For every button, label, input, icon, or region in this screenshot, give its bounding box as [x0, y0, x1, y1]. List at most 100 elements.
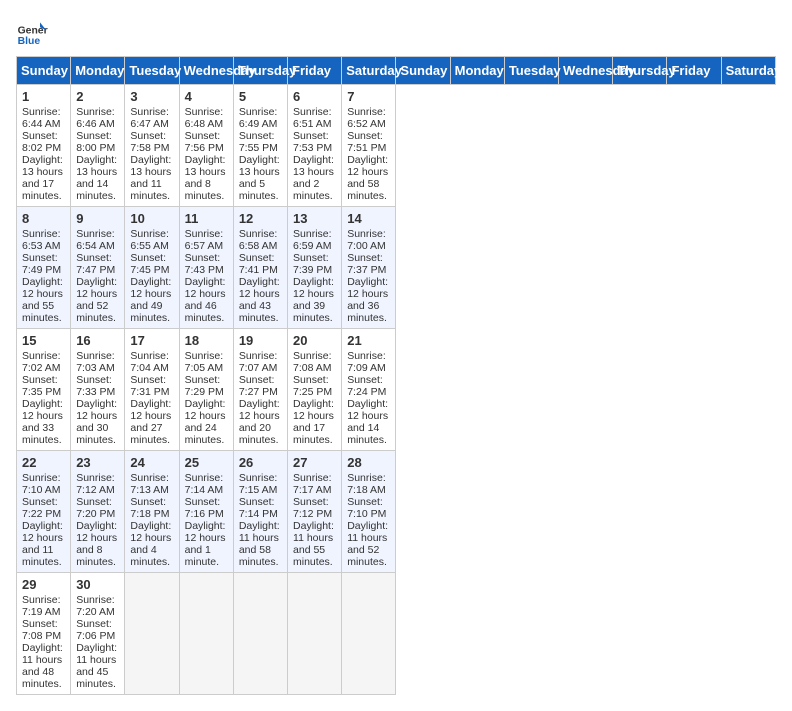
sunset-text: Sunset: 7:18 PM — [130, 496, 169, 520]
day-number: 21 — [347, 333, 390, 348]
daylight-text: Daylight: 12 hours and 39 minutes. — [293, 276, 334, 324]
day-number: 2 — [76, 89, 119, 104]
sunrise-text: Sunrise: 7:17 AM — [293, 472, 332, 496]
sunset-text: Sunset: 7:06 PM — [76, 618, 115, 642]
sunrise-text: Sunrise: 7:07 AM — [239, 350, 278, 374]
sunset-text: Sunset: 7:27 PM — [239, 374, 278, 398]
col-header-tuesday: Tuesday — [504, 57, 558, 85]
sunset-text: Sunset: 7:58 PM — [130, 130, 169, 154]
col-header-friday: Friday — [667, 57, 721, 85]
day-number: 19 — [239, 333, 282, 348]
day-number: 25 — [185, 455, 228, 470]
calendar-cell: 4Sunrise: 6:48 AMSunset: 7:56 PMDaylight… — [179, 85, 233, 207]
daylight-text: Daylight: 13 hours and 14 minutes. — [76, 154, 117, 202]
sunrise-text: Sunrise: 7:08 AM — [293, 350, 332, 374]
calendar-cell: 7Sunrise: 6:52 AMSunset: 7:51 PMDaylight… — [342, 85, 396, 207]
sunrise-text: Sunrise: 7:05 AM — [185, 350, 224, 374]
calendar-cell: 24Sunrise: 7:13 AMSunset: 7:18 PMDayligh… — [125, 451, 179, 573]
calendar-cell: 8Sunrise: 6:53 AMSunset: 7:49 PMDaylight… — [17, 207, 71, 329]
day-number: 14 — [347, 211, 390, 226]
day-number: 23 — [76, 455, 119, 470]
daylight-text: Daylight: 13 hours and 5 minutes. — [239, 154, 280, 202]
day-number: 12 — [239, 211, 282, 226]
calendar-cell: 11 Sunrise: 6:57 AMSunset: 7:43 PMDayligh… — [179, 207, 233, 329]
sunrise-text: Sunrise: 6:53 AM — [22, 228, 61, 252]
calendar-week-row: 29Sunrise: 7:19 AMSunset: 7:08 PMDayligh… — [17, 573, 776, 695]
daylight-text: Daylight: 12 hours and 14 minutes. — [347, 398, 388, 446]
sunset-text: Sunset: 7:45 PM — [130, 252, 169, 276]
calendar-week-row: 15Sunrise: 7:02 AMSunset: 7:35 PMDayligh… — [17, 329, 776, 451]
calendar-cell: 14Sunrise: 7:00 AMSunset: 7:37 PMDayligh… — [342, 207, 396, 329]
sunrise-text: Sunrise: 6:52 AM — [347, 106, 386, 130]
sunrise-text: Sunrise: 6:49 AM — [239, 106, 278, 130]
col-header-thursday: Thursday — [233, 57, 287, 85]
sunrise-text: Sunrise: 7:00 AM — [347, 228, 386, 252]
col-header-wednesday: Wednesday — [559, 57, 613, 85]
sunset-text: Sunset: 7:35 PM — [22, 374, 61, 398]
day-number: 29 — [22, 577, 65, 592]
calendar-cell: 15Sunrise: 7:02 AMSunset: 7:35 PMDayligh… — [17, 329, 71, 451]
calendar-cell: 16Sunrise: 7:03 AMSunset: 7:33 PMDayligh… — [71, 329, 125, 451]
daylight-text: Daylight: 11 hours and 52 minutes. — [347, 520, 388, 568]
daylight-text: Daylight: 12 hours and 36 minutes. — [347, 276, 388, 324]
logo: General Blue — [16, 16, 48, 48]
day-number: 24 — [130, 455, 173, 470]
logo-icon: General Blue — [16, 16, 48, 48]
col-header-wednesday: Wednesday — [179, 57, 233, 85]
sunrise-text: Sunrise: 7:18 AM — [347, 472, 386, 496]
col-header-tuesday: Tuesday — [125, 57, 179, 85]
sunrise-text: Sunrise: 6:46 AM — [76, 106, 115, 130]
day-number: 11 — [185, 211, 228, 226]
sunrise-text: Sunrise: 7:02 AM — [22, 350, 61, 374]
calendar-cell: 9Sunrise: 6:54 AMSunset: 7:47 PMDaylight… — [71, 207, 125, 329]
day-number: 22 — [22, 455, 65, 470]
calendar-week-row: 8Sunrise: 6:53 AMSunset: 7:49 PMDaylight… — [17, 207, 776, 329]
day-number: 3 — [130, 89, 173, 104]
calendar-cell: 23Sunrise: 7:12 AMSunset: 7:20 PMDayligh… — [71, 451, 125, 573]
sunset-text: Sunset: 7:24 PM — [347, 374, 386, 398]
sunset-text: Sunset: 7:08 PM — [22, 618, 61, 642]
calendar-cell: 22Sunrise: 7:10 AMSunset: 7:22 PMDayligh… — [17, 451, 71, 573]
sunrise-text: Sunrise: 6:55 AM — [130, 228, 169, 252]
daylight-text: Daylight: 13 hours and 11 minutes. — [130, 154, 171, 202]
calendar-cell: 13Sunrise: 6:59 AMSunset: 7:39 PMDayligh… — [288, 207, 342, 329]
sunrise-text: Sunrise: 7:20 AM — [76, 594, 115, 618]
sunset-text: Sunset: 7:47 PM — [76, 252, 115, 276]
calendar-cell: 26Sunrise: 7:15 AMSunset: 7:14 PMDayligh… — [233, 451, 287, 573]
calendar-cell: 12Sunrise: 6:58 AMSunset: 7:41 PMDayligh… — [233, 207, 287, 329]
daylight-text: Daylight: 13 hours and 2 minutes. — [293, 154, 334, 202]
day-number: 27 — [293, 455, 336, 470]
sunset-text: Sunset: 7:39 PM — [293, 252, 332, 276]
sunrise-text: Sunrise: 6:48 AM — [185, 106, 224, 130]
sunrise-text: Sunrise: 6:58 AM — [239, 228, 278, 252]
sunset-text: Sunset: 7:10 PM — [347, 496, 386, 520]
sunset-text: Sunset: 7:16 PM — [185, 496, 224, 520]
day-number: 30 — [76, 577, 119, 592]
sunrise-text: Sunrise: 7:19 AM — [22, 594, 61, 618]
daylight-text: Daylight: 12 hours and 11 minutes. — [22, 520, 63, 568]
daylight-text: Daylight: 12 hours and 46 minutes. — [185, 276, 226, 324]
calendar-cell: 30Sunrise: 7:20 AMSunset: 7:06 PMDayligh… — [71, 573, 125, 695]
sunrise-text: Sunrise: 6:47 AM — [130, 106, 169, 130]
daylight-text: Daylight: 12 hours and 33 minutes. — [22, 398, 63, 446]
sunset-text: Sunset: 8:02 PM — [22, 130, 61, 154]
calendar-cell: 27Sunrise: 7:17 AMSunset: 7:12 PMDayligh… — [288, 451, 342, 573]
sunrise-text: Sunrise: 7:03 AM — [76, 350, 115, 374]
col-header-monday: Monday — [450, 57, 504, 85]
day-number: 13 — [293, 211, 336, 226]
sunrise-text: Sunrise: 7:15 AM — [239, 472, 278, 496]
calendar-cell: 18Sunrise: 7:05 AMSunset: 7:29 PMDayligh… — [179, 329, 233, 451]
col-header-saturday: Saturday — [721, 57, 775, 85]
daylight-text: Daylight: 13 hours and 17 minutes. — [22, 154, 63, 202]
sunrise-text: Sunrise: 7:04 AM — [130, 350, 169, 374]
daylight-text: Daylight: 12 hours and 20 minutes. — [239, 398, 280, 446]
col-header-monday: Monday — [71, 57, 125, 85]
sunset-text: Sunset: 7:25 PM — [293, 374, 332, 398]
header: General Blue — [16, 16, 776, 48]
sunset-text: Sunset: 7:43 PM — [185, 252, 224, 276]
sunset-text: Sunset: 7:53 PM — [293, 130, 332, 154]
sunrise-text: Sunrise: 6:57 AM — [185, 228, 224, 252]
sunset-text: Sunset: 7:14 PM — [239, 496, 278, 520]
calendar-cell: 29Sunrise: 7:19 AMSunset: 7:08 PMDayligh… — [17, 573, 71, 695]
day-number: 10 — [130, 211, 173, 226]
